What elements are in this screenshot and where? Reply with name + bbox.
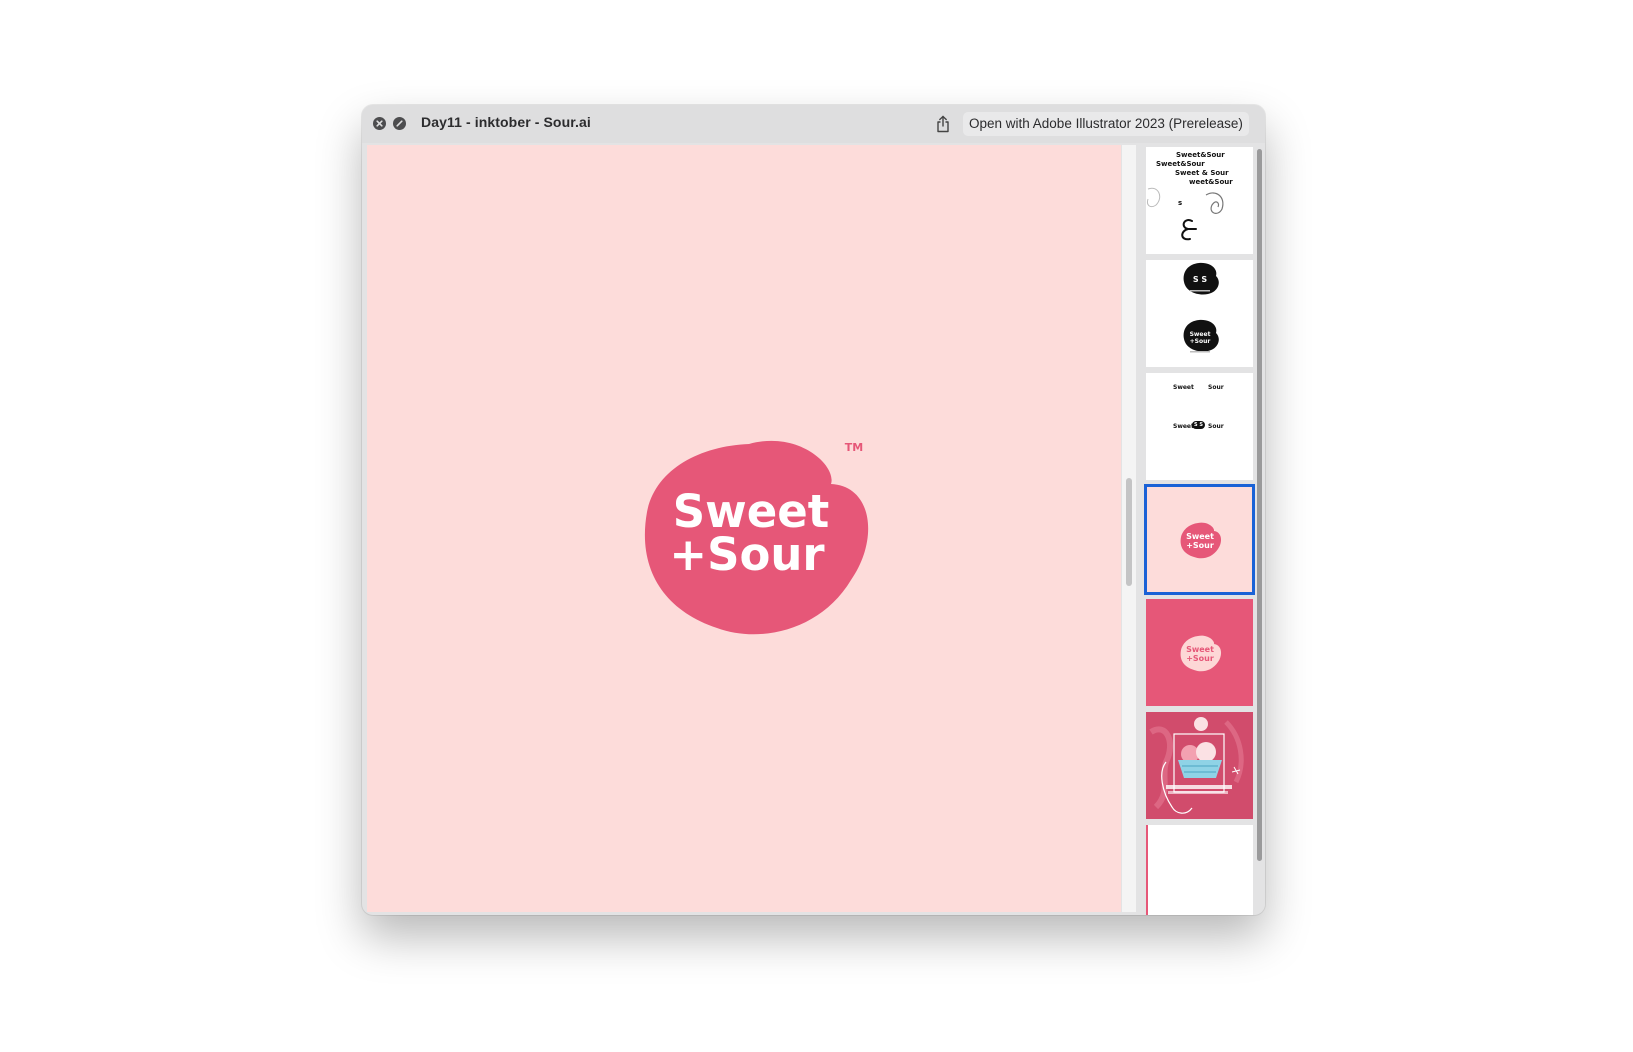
- black-badges-icon: S S Sweet +Sour: [1183, 262, 1219, 353]
- close-icon: [376, 120, 383, 127]
- logo-trademark: TM: [845, 441, 863, 454]
- preview-window: Day11 - inktober - Sour.ai Open with Ado…: [362, 105, 1265, 915]
- thumb2-badge-bottom-1: Sweet: [1190, 331, 1211, 338]
- ampersand-sketch-icon: [1147, 187, 1224, 241]
- thumb4-line2: +Sour: [1186, 541, 1214, 550]
- thumb3-row1-right: Sour: [1208, 384, 1224, 391]
- thumb4-line1: Sweet: [1186, 532, 1214, 541]
- disabled-icon: [396, 120, 403, 127]
- canvas-scrollbar[interactable]: [1122, 145, 1136, 912]
- document-canvas[interactable]: Sweet +Sour TM: [367, 145, 1121, 912]
- page-thumbnail-3[interactable]: Sweet Sour Sweet S S Sour: [1146, 373, 1253, 480]
- page-thumbnail-1[interactable]: Sweet&Sour Sweet&Sour Sweet & Sour weet&…: [1146, 147, 1253, 254]
- thumb5-line2: +Sour: [1186, 654, 1214, 663]
- logo-blob-icon: Sweet +Sour TM: [644, 440, 869, 635]
- thumb3-row2-badge: S S: [1192, 421, 1205, 429]
- thumb2-badge-top: S S: [1193, 275, 1208, 284]
- thumb2-badge-bottom-2: +Sour: [1190, 338, 1211, 345]
- window-title: Day11 - inktober - Sour.ai: [421, 114, 591, 130]
- thumb3-row1-left: Sweet: [1173, 384, 1194, 391]
- page-thumbnail-2[interactable]: S S Sweet +Sour: [1146, 260, 1253, 367]
- thumbnail-sidebar: Sweet&Sour Sweet&Sour Sweet & Sour weet&…: [1136, 145, 1265, 915]
- share-button[interactable]: [932, 113, 954, 135]
- thumb3-row2-left: Sweet: [1173, 423, 1194, 430]
- thumb5-line1: Sweet: [1186, 645, 1214, 654]
- title-bar: Day11 - inktober - Sour.ai Open with Ado…: [362, 105, 1265, 143]
- page-thumbnail-6[interactable]: [1146, 712, 1253, 819]
- thumb3-row2-right: Sour: [1208, 423, 1224, 430]
- page-thumbnail-7[interactable]: [1146, 825, 1253, 915]
- sweet-sour-logo: Sweet +Sour TM: [639, 430, 879, 635]
- page-thumbnail-5[interactable]: Sweet +Sour: [1146, 599, 1253, 706]
- ice-cream-illustration-icon: [1146, 712, 1253, 819]
- page-thumbnail-4[interactable]: Sweet +Sour: [1144, 484, 1255, 595]
- minimize-button[interactable]: [393, 117, 406, 130]
- logo-line2: +Sour: [669, 528, 825, 581]
- white-logo-mini-icon: Sweet +Sour: [1180, 635, 1222, 672]
- close-button[interactable]: [373, 117, 386, 130]
- canvas-scroll-thumb[interactable]: [1126, 478, 1132, 586]
- open-with-button[interactable]: Open with Adobe Illustrator 2023 (Prerel…: [963, 112, 1249, 136]
- share-icon: [937, 115, 949, 133]
- pink-logo-mini-icon: Sweet +Sour: [1180, 522, 1222, 559]
- sidebar-scroll-thumb[interactable]: [1257, 149, 1262, 861]
